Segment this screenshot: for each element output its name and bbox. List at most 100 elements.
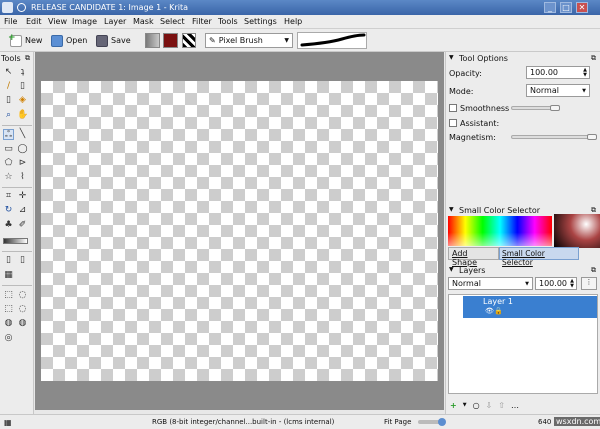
tab-small-color-selector[interactable]: Small Color Selector	[499, 247, 579, 267]
brush-stroke-preview[interactable]	[297, 32, 367, 49]
layer-options-button[interactable]: ⋮	[581, 277, 597, 290]
separator	[2, 285, 32, 286]
freehand-brush-icon[interactable]: /	[3, 81, 14, 92]
assistant-checkbox[interactable]	[449, 119, 457, 127]
crop-tool-icon[interactable]: ⌗	[3, 191, 14, 202]
app-menu-icon[interactable]	[2, 2, 13, 13]
pattern-swatch[interactable]	[163, 33, 178, 48]
rect-select-icon[interactable]: ⬚	[3, 290, 14, 301]
outline-select-icon[interactable]: ◌	[17, 304, 28, 315]
minimize-button[interactable]: _	[544, 2, 556, 13]
new-button[interactable]: + New	[8, 33, 42, 48]
visibility-eye-icon[interactable]: 👁	[485, 307, 494, 315]
menu-mask[interactable]: Mask	[133, 17, 154, 26]
select-shapes-icon[interactable]: ↖	[3, 67, 14, 78]
assistant-tool-icon[interactable]: ▯	[17, 255, 28, 266]
opacity-label: Opacity:	[449, 69, 482, 78]
layer-opacity-spinbox[interactable]: 100.00 ▲ ▼	[535, 277, 577, 290]
pan-hand-icon[interactable]: ✋	[17, 110, 28, 121]
paint-bucket-icon[interactable]: ◈	[17, 95, 28, 106]
separator	[2, 251, 32, 252]
layer-row[interactable]: Layer 1 👁 🔒	[463, 296, 597, 318]
duplicate-layer-icon[interactable]: ○	[473, 401, 480, 410]
move-down-icon[interactable]: ⇩	[486, 401, 493, 410]
menu-view[interactable]: View	[48, 17, 67, 26]
menu-filter[interactable]: Filter	[192, 17, 212, 26]
bezier-select-icon[interactable]: ◎	[3, 333, 14, 344]
dock-float-icon[interactable]: ⧉	[591, 266, 596, 275]
zoom-slider-handle[interactable]	[438, 418, 446, 426]
menu-layer[interactable]: Layer	[104, 17, 126, 26]
color-picker-icon[interactable]: ✐	[17, 220, 28, 231]
smoothness-checkbox[interactable]	[449, 104, 457, 112]
krita-logo-icon	[17, 3, 26, 12]
smoothness-slider-handle[interactable]	[550, 105, 560, 111]
line-tool-icon[interactable]: ╲	[17, 129, 28, 140]
canvas-viewport[interactable]	[35, 52, 444, 410]
dock-float-icon[interactable]: ⧉	[591, 54, 596, 63]
gradient-tool-icon[interactable]	[3, 238, 28, 244]
move-tool-icon[interactable]: ✛	[17, 191, 28, 202]
saturation-value-square[interactable]	[554, 214, 600, 248]
dock-float-icon[interactable]: ⧉	[25, 54, 30, 63]
menu-help[interactable]: Help	[284, 17, 302, 26]
guides-tool-icon[interactable]: ▯	[3, 255, 14, 266]
menu-edit[interactable]: Edit	[26, 17, 42, 26]
collapse-arrow-icon[interactable]: ▼	[449, 266, 454, 273]
main-toolbar: + New Open Save ✎ Pixel Brush ▼	[0, 29, 600, 52]
layer-blend-mode-value: Normal	[452, 279, 481, 288]
text-tool-icon[interactable]: ʇ	[17, 67, 28, 78]
lock-icon[interactable]: 🔒	[494, 307, 503, 315]
collapse-arrow-icon[interactable]: ▼	[449, 206, 454, 213]
contiguous-select-icon[interactable]: ◍	[3, 318, 14, 329]
open-button[interactable]: Open	[51, 33, 87, 48]
menu-settings[interactable]: Settings	[244, 17, 277, 26]
rectangle-tool-icon[interactable]: ▭	[3, 144, 14, 155]
calligraphy-icon[interactable]: ▯	[17, 81, 28, 92]
opacity-spinbox[interactable]: 100.00 ▲ ▼	[526, 66, 590, 79]
polyline-tool-icon[interactable]: ⊳	[17, 158, 28, 169]
collapse-arrow-icon[interactable]: ▼	[449, 54, 454, 61]
close-button[interactable]: ✕	[576, 2, 588, 13]
star-tool-icon[interactable]: ☆	[3, 172, 14, 183]
gradient-swatch[interactable]	[145, 33, 160, 48]
more-options-icon[interactable]: …	[511, 401, 519, 410]
add-layer-icon[interactable]: +	[450, 401, 457, 410]
grid-tool-icon[interactable]: ▦	[3, 270, 14, 281]
move-up-icon[interactable]: ⇧	[498, 401, 505, 410]
zoom-mode[interactable]: Fit Page	[384, 418, 411, 426]
save-button[interactable]: Save	[96, 33, 131, 48]
help-tool-icon[interactable]: ▯	[3, 95, 14, 106]
smart-patch-icon[interactable]: ♣	[3, 220, 14, 231]
resize-grip-icon: ▦	[4, 418, 12, 427]
save-disk-icon	[96, 34, 108, 47]
color-space-info: RGB (8-bit integer/channel...built-in - …	[152, 418, 335, 426]
menu-file[interactable]: File	[4, 17, 17, 26]
measure-tool-icon[interactable]: ⊿	[17, 205, 28, 216]
layer-blend-mode-select[interactable]: Normal ▼	[448, 277, 533, 290]
polygon-select-icon[interactable]: ⬚	[3, 304, 14, 315]
tab-add-shape[interactable]: Add Shape	[448, 247, 499, 267]
maximize-button[interactable]: □	[560, 2, 572, 13]
freehand-path-icon[interactable]: ஃ	[3, 129, 14, 140]
dynamic-brush-icon[interactable]: ⌇	[17, 172, 28, 183]
zoom-icon[interactable]: ⌕	[3, 110, 14, 121]
ellipse-tool-icon[interactable]: ◯	[17, 144, 28, 155]
blend-mode-select[interactable]: Normal ▼	[526, 84, 590, 97]
menu-tools[interactable]: Tools	[218, 17, 238, 26]
spin-arrows-icon: ▲ ▼	[570, 277, 574, 289]
menu-image[interactable]: Image	[72, 17, 97, 26]
brush-preset-select[interactable]: ✎ Pixel Brush ▼	[205, 33, 293, 48]
spin-arrows-icon: ▲ ▼	[583, 66, 587, 78]
hue-strip[interactable]	[448, 216, 552, 246]
menu-select[interactable]: Select	[160, 17, 185, 26]
transform-tool-icon[interactable]: ↻	[3, 205, 14, 216]
chevron-down-icon[interactable]: ▼	[463, 402, 467, 408]
magnetism-slider[interactable]	[511, 135, 597, 139]
magnetism-slider-handle[interactable]	[587, 134, 597, 140]
ellipse-select-icon[interactable]: ◌	[17, 290, 28, 301]
image-canvas[interactable]	[41, 81, 438, 381]
fill-swatch[interactable]	[182, 33, 196, 48]
polygon-tool-icon[interactable]: ⬠	[3, 158, 14, 169]
similar-select-icon[interactable]: ◍	[17, 318, 28, 329]
